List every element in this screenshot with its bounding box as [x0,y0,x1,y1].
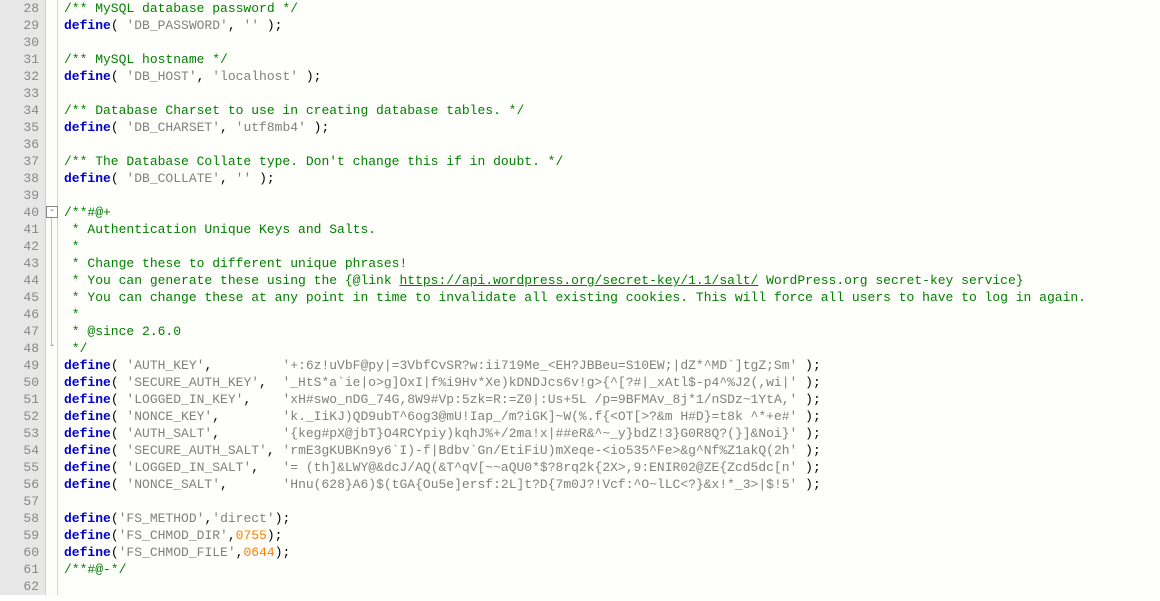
fold-gutter: -- [46,0,58,595]
code-line[interactable]: define( 'AUTH_SALT', '{keg#pX@jbT}O4RCYp… [64,425,1160,442]
line-number: 61 [0,561,39,578]
line-number: 30 [0,34,39,51]
line-number: 37 [0,153,39,170]
code-line[interactable]: /** MySQL hostname */ [64,51,1160,68]
code-line[interactable]: * Authentication Unique Keys and Salts. [64,221,1160,238]
code-line[interactable]: * @since 2.6.0 [64,323,1160,340]
code-line[interactable]: define( 'SECURE_AUTH_KEY', '_HtS*a`ie|o>… [64,374,1160,391]
code-line[interactable] [64,136,1160,153]
line-number: 52 [0,408,39,425]
line-number: 50 [0,374,39,391]
line-number: 51 [0,391,39,408]
line-number: 48 [0,340,39,357]
line-number: 44 [0,272,39,289]
code-line[interactable]: define( 'SECURE_AUTH_SALT', 'rmE3gKUBKn9… [64,442,1160,459]
line-number: 32 [0,68,39,85]
code-line[interactable]: define('FS_CHMOD_FILE',0644); [64,544,1160,561]
line-number: 58 [0,510,39,527]
line-number: 36 [0,136,39,153]
code-line[interactable]: define( 'DB_COLLATE', '' ); [64,170,1160,187]
line-number: 53 [0,425,39,442]
code-line[interactable]: /**#@+ [64,204,1160,221]
code-line[interactable]: */ [64,340,1160,357]
line-number: 38 [0,170,39,187]
fold-end-icon: - [46,342,58,354]
line-number: 47 [0,323,39,340]
code-line[interactable] [64,187,1160,204]
line-number: 56 [0,476,39,493]
code-line[interactable] [64,493,1160,510]
code-line[interactable]: define('FS_CHMOD_DIR',0755); [64,527,1160,544]
code-line[interactable]: define( 'DB_CHARSET', 'utf8mb4' ); [64,119,1160,136]
code-line[interactable]: * Change these to different unique phras… [64,255,1160,272]
line-number: 41 [0,221,39,238]
code-line[interactable]: * You can change these at any point in t… [64,289,1160,306]
line-number: 55 [0,459,39,476]
line-number-gutter: 2829303132333435363738394041424344454647… [0,0,46,595]
code-line[interactable]: define( 'AUTH_KEY', '+:6z!uVbF@py|=3VbfC… [64,357,1160,374]
code-line[interactable]: define( 'NONCE_KEY', 'k._IiKJ)QD9ubT^6og… [64,408,1160,425]
line-number: 28 [0,0,39,17]
code-area[interactable]: /** MySQL database password */define( 'D… [58,0,1160,595]
code-line[interactable] [64,85,1160,102]
fold-start-icon[interactable]: - [46,206,58,218]
line-number: 49 [0,357,39,374]
line-number: 35 [0,119,39,136]
code-line[interactable]: * You can generate these using the {@lin… [64,272,1160,289]
code-editor: 2829303132333435363738394041424344454647… [0,0,1160,595]
line-number: 33 [0,85,39,102]
code-line[interactable]: /** Database Charset to use in creating … [64,102,1160,119]
line-number: 34 [0,102,39,119]
code-line[interactable]: /** The Database Collate type. Don't cha… [64,153,1160,170]
code-line[interactable]: define( 'LOGGED_IN_KEY', 'xH#swo_nDG_74G… [64,391,1160,408]
code-line[interactable]: * [64,306,1160,323]
line-number: 54 [0,442,39,459]
code-line[interactable]: /** MySQL database password */ [64,0,1160,17]
line-number: 46 [0,306,39,323]
code-line[interactable] [64,34,1160,51]
code-line[interactable] [64,578,1160,595]
line-number: 57 [0,493,39,510]
line-number: 43 [0,255,39,272]
line-number: 59 [0,527,39,544]
code-line[interactable]: define( 'NONCE_SALT', 'Hnu(628}A6)$(tGA{… [64,476,1160,493]
code-line[interactable]: define( 'LOGGED_IN_SALT', '= (th]&LWY@&d… [64,459,1160,476]
code-line[interactable]: * [64,238,1160,255]
code-line[interactable]: define('FS_METHOD','direct'); [64,510,1160,527]
line-number: 42 [0,238,39,255]
line-number: 40 [0,204,39,221]
line-number: 29 [0,17,39,34]
line-number: 39 [0,187,39,204]
code-line[interactable]: define( 'DB_PASSWORD', '' ); [64,17,1160,34]
doc-link[interactable]: https://api.wordpress.org/secret-key/1.1… [399,273,758,288]
code-line[interactable]: /**#@-*/ [64,561,1160,578]
line-number: 60 [0,544,39,561]
code-line[interactable]: define( 'DB_HOST', 'localhost' ); [64,68,1160,85]
line-number: 62 [0,578,39,595]
line-number: 31 [0,51,39,68]
line-number: 45 [0,289,39,306]
